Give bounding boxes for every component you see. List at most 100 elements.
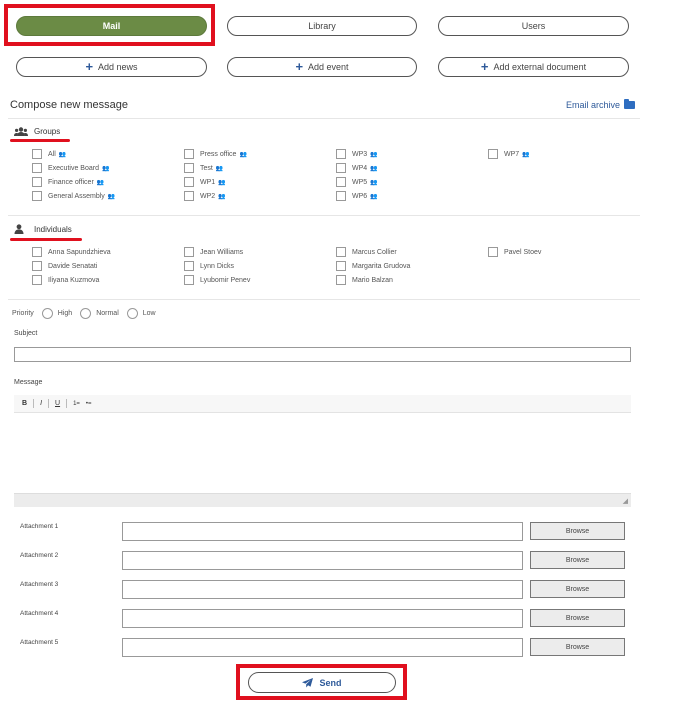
checkbox-box[interactable] [336, 261, 346, 271]
groups-icon [14, 127, 28, 136]
checkbox-box[interactable] [184, 247, 194, 257]
group-checkbox[interactable]: WP1 👥 [184, 177, 226, 187]
numbered-list-button[interactable]: 1= [73, 401, 80, 407]
individual-checkbox[interactable]: Marcus Collier [336, 247, 397, 257]
individual-checkbox[interactable]: Pavel Stoev [488, 247, 541, 257]
checkbox-box[interactable] [32, 275, 42, 285]
nav-users-button[interactable]: Users [438, 16, 629, 36]
browse-button[interactable]: Browse [530, 522, 625, 540]
group-checkbox[interactable]: All 👥 [32, 149, 66, 159]
checkbox-box[interactable] [184, 177, 194, 187]
group-checkbox[interactable]: WP3 👥 [336, 149, 378, 159]
individual-checkbox[interactable]: Anna Sapundzhieva [32, 247, 111, 257]
checkbox-box[interactable] [32, 247, 42, 257]
individual-checkbox[interactable]: Lyubomir Penev [184, 275, 250, 285]
group-checkbox[interactable]: WP4 👥 [336, 163, 378, 173]
priority-selector: Priority High Normal Low [12, 308, 156, 319]
group-label: General Assembly [48, 192, 105, 200]
group-icon: 👥 [58, 151, 67, 158]
group-checkbox[interactable]: Finance officer 👥 [32, 177, 104, 187]
group-icon: 👥 [218, 193, 226, 200]
toolbar-separator [33, 399, 35, 408]
page-title: Compose new message [10, 99, 129, 111]
subject-input[interactable] [14, 347, 631, 362]
group-label: Executive Board [48, 164, 99, 172]
group-checkbox[interactable]: General Assembly 👥 [32, 191, 115, 201]
individual-checkbox[interactable]: Mario Balzan [336, 275, 393, 285]
groups-heading: Groups [14, 127, 60, 136]
highlight-groups [10, 139, 70, 142]
browse-label: Browse [565, 556, 590, 564]
checkbox-box[interactable] [32, 191, 42, 201]
add-event-button[interactable]: + Add event [227, 57, 417, 77]
individual-checkbox[interactable]: Iliyana Kuzmova [32, 275, 99, 285]
bold-button[interactable]: B [22, 400, 27, 407]
priority-high-label: High [57, 310, 73, 317]
checkbox-box[interactable] [336, 247, 346, 257]
add-event-label: Add event [308, 62, 349, 72]
send-label: Send [319, 677, 342, 688]
editor-resize-bar[interactable]: ◢ [14, 493, 631, 507]
checkbox-box[interactable] [336, 275, 346, 285]
add-document-button[interactable]: + Add external document [438, 57, 629, 77]
browse-button[interactable]: Browse [530, 638, 625, 656]
divider [8, 118, 640, 119]
checkbox-box[interactable] [336, 149, 346, 159]
attachment-input[interactable] [122, 551, 523, 570]
group-checkbox[interactable]: WP5 👥 [336, 177, 378, 187]
plus-icon: + [295, 59, 304, 74]
checkbox-box[interactable] [184, 261, 194, 271]
group-checkbox[interactable]: WP7 👥 [488, 149, 530, 159]
attachment-input[interactable] [122, 580, 523, 599]
checkbox-box[interactable] [32, 177, 42, 187]
group-icon: 👥 [96, 179, 105, 186]
individual-checkbox[interactable]: Margarita Grudova [336, 261, 410, 271]
individual-label: Anna Sapundzhieva [48, 248, 111, 256]
priority-low-radio[interactable] [126, 308, 138, 319]
individual-checkbox[interactable]: Jean Williams [184, 247, 243, 257]
checkbox-box[interactable] [184, 275, 194, 285]
checkbox-box[interactable] [184, 163, 194, 173]
checkbox-box[interactable] [32, 261, 42, 271]
group-checkbox[interactable]: Test 👥 [184, 163, 223, 173]
individual-checkbox[interactable]: Lynn Dicks [184, 261, 234, 271]
checkbox-box[interactable] [336, 177, 346, 187]
checkbox-box[interactable] [336, 163, 346, 173]
individual-checkbox[interactable]: Davide Senatati [32, 261, 97, 271]
highlight-individuals [10, 238, 82, 241]
message-editor[interactable] [14, 413, 631, 493]
checkbox-box[interactable] [32, 149, 42, 159]
toolbar-separator [66, 399, 68, 408]
underline-button[interactable]: U [55, 400, 60, 407]
add-news-button[interactable]: + Add news [16, 57, 207, 77]
checkbox-box[interactable] [488, 247, 498, 257]
browse-button[interactable]: Browse [530, 580, 625, 598]
group-checkbox[interactable]: Press office 👥 [184, 149, 247, 159]
checkbox-box[interactable] [32, 163, 42, 173]
checkbox-box[interactable] [488, 149, 498, 159]
priority-normal-radio[interactable] [80, 308, 92, 319]
priority-high-radio[interactable] [41, 308, 53, 319]
checkbox-box[interactable] [184, 191, 194, 201]
nav-library-button[interactable]: Library [227, 16, 417, 36]
individual-label: Iliyana Kuzmova [48, 276, 100, 284]
attachment-input[interactable] [122, 609, 523, 628]
group-checkbox[interactable]: WP2 👥 [184, 191, 226, 201]
browse-label: Browse [565, 585, 590, 593]
person-icon [14, 224, 24, 234]
browse-button[interactable]: Browse [530, 609, 625, 627]
attachment-input[interactable] [122, 522, 523, 541]
group-checkbox[interactable]: WP6 👥 [336, 191, 378, 201]
attachment-input[interactable] [122, 638, 523, 657]
email-archive-link[interactable]: Email archive [566, 99, 635, 110]
checkbox-box[interactable] [184, 149, 194, 159]
italic-button[interactable]: I [40, 400, 42, 407]
individual-label: Lyubomir Penev [200, 276, 251, 284]
bulleted-list-button[interactable]: •= [86, 401, 92, 407]
group-checkbox[interactable]: Executive Board 👥 [32, 163, 109, 173]
individual-label: Margarita Grudova [352, 262, 411, 270]
send-button[interactable]: Send [248, 672, 396, 693]
browse-button[interactable]: Browse [530, 551, 625, 569]
checkbox-box[interactable] [336, 191, 346, 201]
resize-grip-icon[interactable]: ◢ [623, 497, 628, 505]
